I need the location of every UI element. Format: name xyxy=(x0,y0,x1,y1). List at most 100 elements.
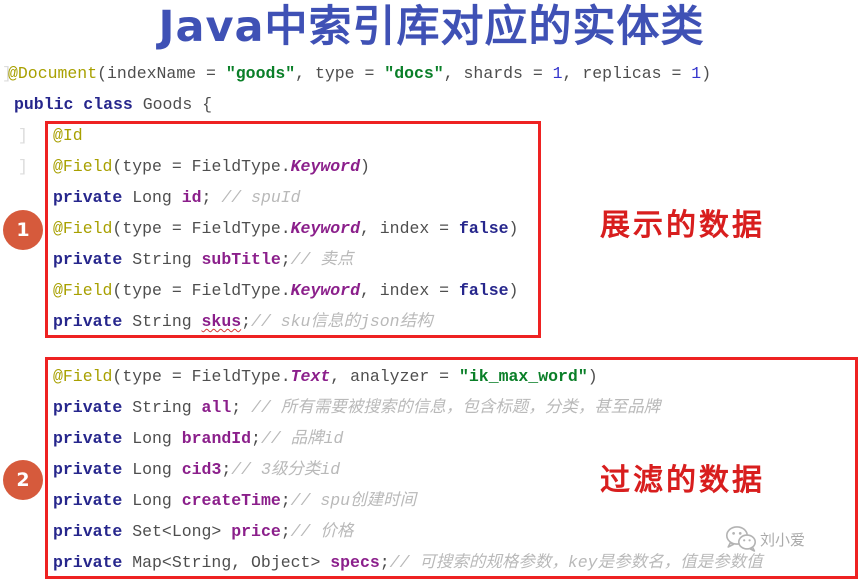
code-token: false xyxy=(459,219,509,238)
code-line-field-skus: @Field(type = FieldType.Keyword, index =… xyxy=(53,275,518,306)
code-line-property-brandid: private Long brandId;// 品牌id xyxy=(53,423,343,454)
code-token: Long xyxy=(122,188,182,207)
code-token: String xyxy=(122,250,202,269)
code-token: ) xyxy=(701,64,712,83)
code-token: String xyxy=(122,312,202,331)
code-token: Keyword xyxy=(290,219,360,238)
code-token: @Field xyxy=(53,367,113,386)
code-token: , replicas = xyxy=(562,64,692,83)
code-token: 1 xyxy=(691,64,702,83)
code-line-document: @Document(indexName = "goods", type = "d… xyxy=(8,58,711,89)
code-token: cid3 xyxy=(181,460,222,479)
code-token: Keyword xyxy=(290,157,360,176)
code-token: Keyword xyxy=(290,281,360,300)
code-token: // 品牌id xyxy=(260,429,344,448)
code-token: private xyxy=(53,522,123,541)
code-line-property-createtime: private Long createTime;// spu创建时间 xyxy=(53,485,416,516)
code-token: false xyxy=(459,281,509,300)
annotation-display-data: 展示的数据 xyxy=(600,208,765,243)
code-token: String xyxy=(122,398,202,417)
code-token: private xyxy=(53,491,123,510)
code-token: @Field xyxy=(53,157,113,176)
code-token: @Document xyxy=(8,64,98,83)
watermark-name: 刘小爱 xyxy=(760,530,806,549)
code-token: (type = FieldType. xyxy=(112,157,291,176)
code-line-field-all: @Field(type = FieldType.Text, analyzer =… xyxy=(53,361,598,392)
code-token: private xyxy=(53,553,123,572)
code-token: , type = xyxy=(295,64,385,83)
code-token: (type = FieldType. xyxy=(112,219,291,238)
code-line-property-specs: private Map<String, Object> specs;// 可搜索… xyxy=(53,547,763,578)
code-token: private xyxy=(53,250,123,269)
code-token: // 3级分类id xyxy=(231,460,341,479)
code-token: Map<String, Object> xyxy=(122,553,331,572)
code-token: private xyxy=(53,188,123,207)
code-token: // 所有需要被搜索的信息，包含标题，分类，甚至品牌 xyxy=(251,398,661,417)
code-token: all xyxy=(201,398,232,417)
code-token: Text xyxy=(290,367,331,386)
code-token: ; xyxy=(221,460,232,479)
code-token: private xyxy=(53,429,123,448)
step-badge-1: 1 xyxy=(3,210,43,250)
code-token: Set<Long> xyxy=(122,522,232,541)
code-token: @Id xyxy=(53,126,83,145)
code-token: ; xyxy=(379,553,390,572)
code-line-property-all: private String all; // 所有需要被搜索的信息，包含标题，分… xyxy=(53,392,660,423)
code-token: private xyxy=(53,312,123,331)
code-line-property-subtitle: private String subTitle;// 卖点 xyxy=(53,244,353,275)
code-token: Long xyxy=(122,460,182,479)
code-line-property-cid3: private Long cid3;// 3级分类id xyxy=(53,454,340,485)
code-token: public class xyxy=(14,95,133,114)
code-token: ; xyxy=(201,188,222,207)
code-token: private xyxy=(53,398,123,417)
code-token: (type = FieldType. xyxy=(112,367,291,386)
code-token: price xyxy=(231,522,281,541)
code-token: ; xyxy=(280,491,291,510)
code-line-id-annotation: @Id xyxy=(53,120,83,151)
code-token: id xyxy=(181,188,202,207)
code-token: , analyzer = xyxy=(330,367,459,386)
annotation-filter-data: 过滤的数据 xyxy=(600,463,765,498)
code-token: ) xyxy=(359,157,370,176)
code-token: ; xyxy=(280,250,291,269)
code-line-class: public class Goods { xyxy=(14,89,212,120)
code-token: skus xyxy=(201,312,242,331)
code-token: "ik_max_word" xyxy=(459,367,588,386)
code-token: ; xyxy=(231,398,252,417)
code-token: Long xyxy=(122,429,182,448)
code-token: // 价格 xyxy=(290,522,354,541)
code-token: ) xyxy=(508,219,519,238)
code-token: "docs" xyxy=(384,64,444,83)
code-token: @Field xyxy=(53,219,113,238)
code-token: // sku信息的json结构 xyxy=(251,312,433,331)
code-token: private xyxy=(53,460,123,479)
code-token: ) xyxy=(508,281,519,300)
code-token: Long xyxy=(122,491,182,510)
page-title: Java中索引库对应的实体类 xyxy=(158,2,705,52)
code-token: subTitle xyxy=(201,250,281,269)
code-token: Goods { xyxy=(132,95,213,114)
wechat-icon xyxy=(726,526,756,552)
code-token: // 可搜索的规格参数，key是参数名，值是参数值 xyxy=(389,553,763,572)
code-token: (type = FieldType. xyxy=(112,281,291,300)
code-line-property-id: private Long id; // spuId xyxy=(53,182,301,213)
code-token: ; xyxy=(251,429,261,448)
code-token: "goods" xyxy=(225,64,296,83)
margin-ghost-char-1: ] xyxy=(18,126,28,145)
step-badge-2: 2 xyxy=(3,460,43,500)
code-token: , index = xyxy=(359,219,459,238)
code-line-field-id: @Field(type = FieldType.Keyword) xyxy=(53,151,370,182)
code-token: @Field xyxy=(53,281,113,300)
code-token: , index = xyxy=(359,281,459,300)
code-token: createTime xyxy=(181,491,281,510)
code-token: ; xyxy=(241,312,252,331)
code-token: ; xyxy=(280,522,291,541)
code-line-property-skus: private String skus;// sku信息的json结构 xyxy=(53,306,433,337)
code-token: , shards = xyxy=(443,64,553,83)
code-token: // spu创建时间 xyxy=(290,491,417,510)
code-token: (indexName = xyxy=(97,64,226,83)
code-token: // 卖点 xyxy=(290,250,354,269)
code-token: 1 xyxy=(552,64,563,83)
margin-ghost-char-2: ] xyxy=(18,157,28,176)
code-line-field-subtitle: @Field(type = FieldType.Keyword, index =… xyxy=(53,213,518,244)
